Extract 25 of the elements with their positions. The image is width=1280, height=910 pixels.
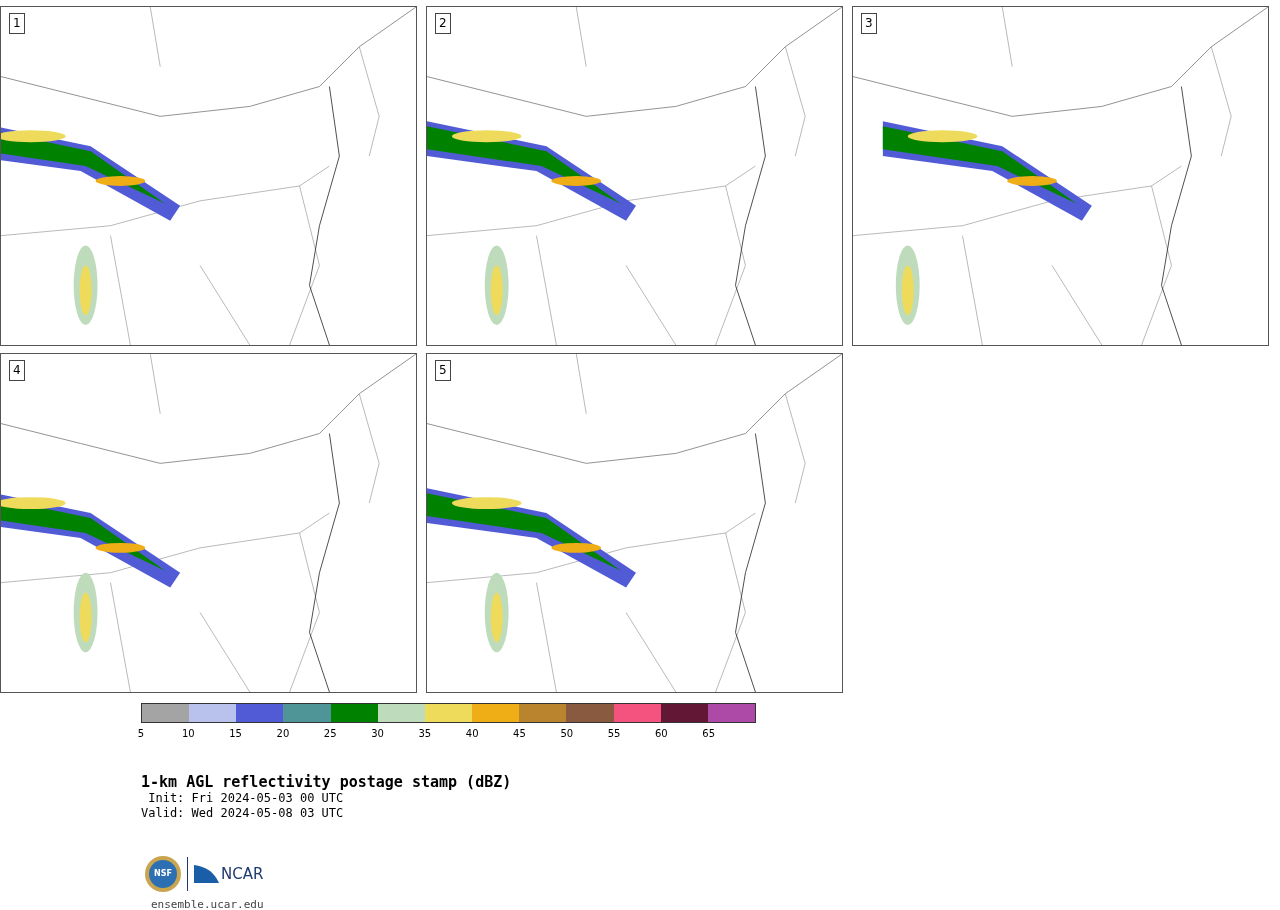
nsf-logo: NSF (145, 856, 181, 892)
scale-tick-label: 50 (560, 728, 574, 740)
scale-tick-label: 5 (137, 728, 145, 740)
init-time: Init: Fri 2024-05-03 00 UTC (147, 791, 344, 806)
valid-time: Valid: Wed 2024-05-08 03 UTC (141, 806, 344, 821)
chart-title: 1-km AGL reflectivity postage stamp (dBZ) (141, 773, 512, 791)
scale-tick-label: 35 (418, 728, 432, 740)
scale-tick-label: 60 (655, 728, 668, 740)
scale-tick-label: 20 (276, 728, 290, 740)
panel-number: 1 (9, 13, 25, 34)
scale-tick-label: 55 (607, 728, 621, 740)
scale-tick-label: 10 (181, 728, 195, 740)
site-url: ensemble.ucar.edu (151, 897, 264, 910)
panel-number: 3 (861, 13, 877, 34)
scale-tick-label: 65 (702, 728, 716, 740)
scale-tick-label: 15 (229, 728, 242, 740)
panel-number: 4 (9, 360, 25, 381)
scale-tick-label: 30 (371, 728, 384, 740)
scale-tick-label: 25 (323, 728, 337, 740)
panel-number: 2 (435, 13, 451, 34)
panel-number: 5 (435, 360, 451, 381)
scale-tick-label: 40 (465, 728, 479, 740)
scale-tick-label: 45 (513, 728, 526, 740)
ncar-logo: NCAR (194, 865, 264, 883)
swoosh-icon (194, 865, 219, 883)
